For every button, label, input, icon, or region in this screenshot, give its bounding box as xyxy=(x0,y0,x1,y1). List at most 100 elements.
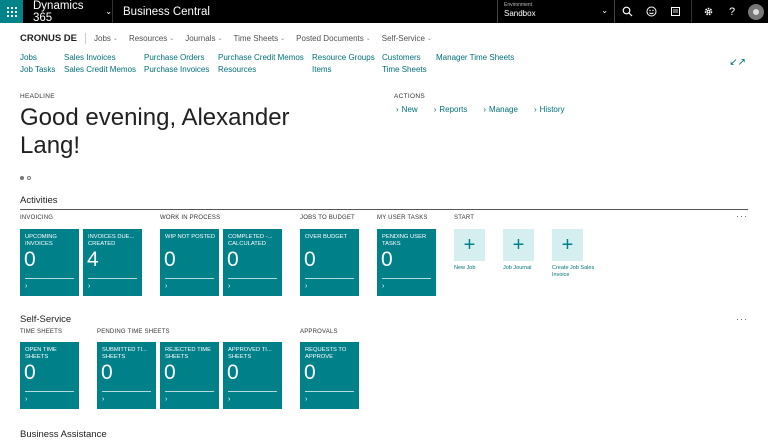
action-manage[interactable]: › Manage xyxy=(483,105,518,114)
chevron-right-icon: › xyxy=(102,396,105,403)
top-bar: Dynamics 365 ⌄ Business Central Environm… xyxy=(0,0,768,24)
chevron-right-icon: › xyxy=(433,105,437,114)
plus-icon: + xyxy=(512,234,525,256)
plus-icon: + xyxy=(463,234,476,256)
pager-dot[interactable] xyxy=(20,176,24,180)
product-name: Business Central xyxy=(123,5,210,18)
search-icon[interactable] xyxy=(615,0,639,23)
plus-icon: + xyxy=(561,234,574,256)
link-purchase-invoices[interactable]: Purchase Invoices xyxy=(144,64,209,76)
nav-menu-jobs[interactable]: Jobs ⌄ xyxy=(94,34,118,43)
smiley-feedback-icon[interactable] xyxy=(639,0,663,23)
environment-value: Sandbox xyxy=(504,9,536,18)
more-options-icon[interactable]: ··· xyxy=(736,314,748,324)
start-job-journal-label[interactable]: Job Journal xyxy=(503,265,551,272)
chevron-down-icon: ⌄ xyxy=(105,7,112,16)
action-history[interactable]: › History xyxy=(534,105,565,114)
chevron-right-icon: › xyxy=(382,283,385,290)
start-job-journal-button[interactable]: + xyxy=(503,229,534,261)
nav-menu-resources[interactable]: Resources ⌄ xyxy=(129,34,174,43)
divider xyxy=(691,0,692,23)
app-launcher-button[interactable] xyxy=(0,0,23,23)
start-new-job-button[interactable]: + xyxy=(454,229,485,261)
group-start: START xyxy=(454,215,475,221)
nav-menu-posted-documents[interactable]: Posted Documents ⌄ xyxy=(296,34,371,43)
tile-approved-time-sheets[interactable]: APPROVED TI... SHEETS 0 › xyxy=(223,342,282,409)
environment-selector[interactable]: Environment Sandbox ⌄ xyxy=(497,0,615,23)
chevron-down-icon: ⌄ xyxy=(217,35,223,42)
chevron-right-icon: › xyxy=(228,396,231,403)
group-invoicing: INVOICING xyxy=(20,215,54,221)
tile-rejected-time-sheets[interactable]: REJECTED TIME SHEETS 0 › xyxy=(160,342,219,409)
self-service-title: Self-Service xyxy=(20,314,72,325)
tile-over-budget[interactable]: OVER BUDGET 0 › xyxy=(300,229,359,296)
pager-dot[interactable] xyxy=(27,176,31,180)
link-job-tasks[interactable]: Job Tasks xyxy=(20,64,55,76)
chevron-down-icon: ⌄ xyxy=(601,6,608,15)
chevron-right-icon: › xyxy=(305,396,308,403)
link-jobs[interactable]: Jobs xyxy=(20,52,55,64)
navigation-bar: CRONUS DE Jobs ⌄ Resources ⌄ Journals ⌄ Tim… xyxy=(20,30,768,46)
chevron-right-icon: › xyxy=(25,283,28,290)
link-purchase-orders[interactable]: Purchase Orders xyxy=(144,52,209,64)
chevron-right-icon: › xyxy=(483,105,487,114)
group-pending-time-sheets: PENDING TIME SHEETS xyxy=(97,329,170,335)
start-new-job-label[interactable]: New Job xyxy=(454,265,502,272)
app-name-button[interactable]: Dynamics 365 ⌄ xyxy=(23,0,113,24)
start-create-job-sales-invoice-button[interactable]: + xyxy=(552,229,583,261)
actions-label: ACTIONS xyxy=(394,93,425,100)
waffle-icon xyxy=(6,6,17,17)
tile-open-time-sheets[interactable]: OPEN TIME SHEETS 0 › xyxy=(20,342,79,409)
app-name-label: Dynamics 365 xyxy=(33,0,84,24)
link-items[interactable]: Items xyxy=(312,64,375,76)
link-resources[interactable]: Resources xyxy=(218,64,304,76)
nav-menu-journals[interactable]: Journals ⌄ xyxy=(185,34,222,43)
business-assistance-title: Business Assistance xyxy=(20,429,107,440)
tile-wip-not-posted[interactable]: WIP NOT POSTED 0 › xyxy=(160,229,219,296)
activities-title: Activities xyxy=(20,195,58,206)
link-purchase-credit-memos[interactable]: Purchase Credit Memos xyxy=(218,52,304,64)
actions-bar: › New › Reports › Manage › History xyxy=(396,105,581,114)
chevron-down-icon: ⌄ xyxy=(169,35,175,42)
action-reports[interactable]: › Reports xyxy=(434,105,468,114)
chevron-down-icon: ⌄ xyxy=(365,35,371,42)
gear-icon[interactable] xyxy=(696,0,720,23)
headline-text: Good evening, Alexander Lang! xyxy=(20,104,290,159)
tile-submitted-time-sheets[interactable]: SUBMITTED TI... SHEETS 0 › xyxy=(97,342,156,409)
link-resource-groups[interactable]: Resource Groups xyxy=(312,52,375,64)
headline-pager xyxy=(20,176,31,180)
group-work-in-process: WORK IN PROCESS xyxy=(160,215,221,221)
chevron-right-icon: › xyxy=(533,105,537,114)
chevron-right-icon: › xyxy=(165,283,168,290)
chevron-right-icon: › xyxy=(305,283,308,290)
link-time-sheets[interactable]: Time Sheets xyxy=(382,64,427,76)
collapse-icon[interactable]: ↙↗ xyxy=(729,57,746,68)
link-sales-credit-memos[interactable]: Sales Credit Memos xyxy=(64,64,136,76)
tile-requests-to-approve[interactable]: REQUESTS TO APPROVE 0 › xyxy=(300,342,359,409)
chevron-down-icon: ⌄ xyxy=(426,35,432,42)
chevron-right-icon: › xyxy=(25,396,28,403)
tile-pending-user-tasks[interactable]: PENDING USER TASKS 0 › xyxy=(377,229,436,296)
tile-completed-calculated[interactable]: COMPLETED -... CALCULATED 0 › xyxy=(223,229,282,296)
chevron-right-icon: › xyxy=(228,283,231,290)
more-options-icon[interactable]: ··· xyxy=(736,211,748,221)
chevron-down-icon: ⌄ xyxy=(112,35,118,42)
tile-invoices-due[interactable]: INVOICES DUE... CREATED 4 › xyxy=(83,229,142,296)
notes-icon[interactable] xyxy=(663,0,687,23)
environment-label: Environment xyxy=(504,2,533,8)
chevron-down-icon: ⌄ xyxy=(280,35,286,42)
link-manager-time-sheets[interactable]: Manager Time Sheets xyxy=(436,52,514,64)
action-new[interactable]: › New xyxy=(396,105,418,114)
company-name[interactable]: CRONUS DE xyxy=(20,32,87,44)
section-divider xyxy=(20,209,748,210)
link-customers[interactable]: Customers xyxy=(382,52,427,64)
group-jobs-to-budget: JOBS TO BUDGET xyxy=(300,215,355,221)
avatar[interactable] xyxy=(748,3,764,20)
chevron-right-icon: › xyxy=(88,283,91,290)
help-icon[interactable]: ? xyxy=(720,0,744,23)
link-sales-invoices[interactable]: Sales Invoices xyxy=(64,52,136,64)
start-create-job-sales-invoice-label[interactable]: Create Job Sales Invoice xyxy=(552,265,600,279)
tile-upcoming-invoices[interactable]: UPCOMING INVOICES 0 › xyxy=(20,229,79,296)
nav-menu-time-sheets[interactable]: Time Sheets ⌄ xyxy=(234,34,286,43)
nav-menu-self-service[interactable]: Self-Service ⌄ xyxy=(382,34,432,43)
